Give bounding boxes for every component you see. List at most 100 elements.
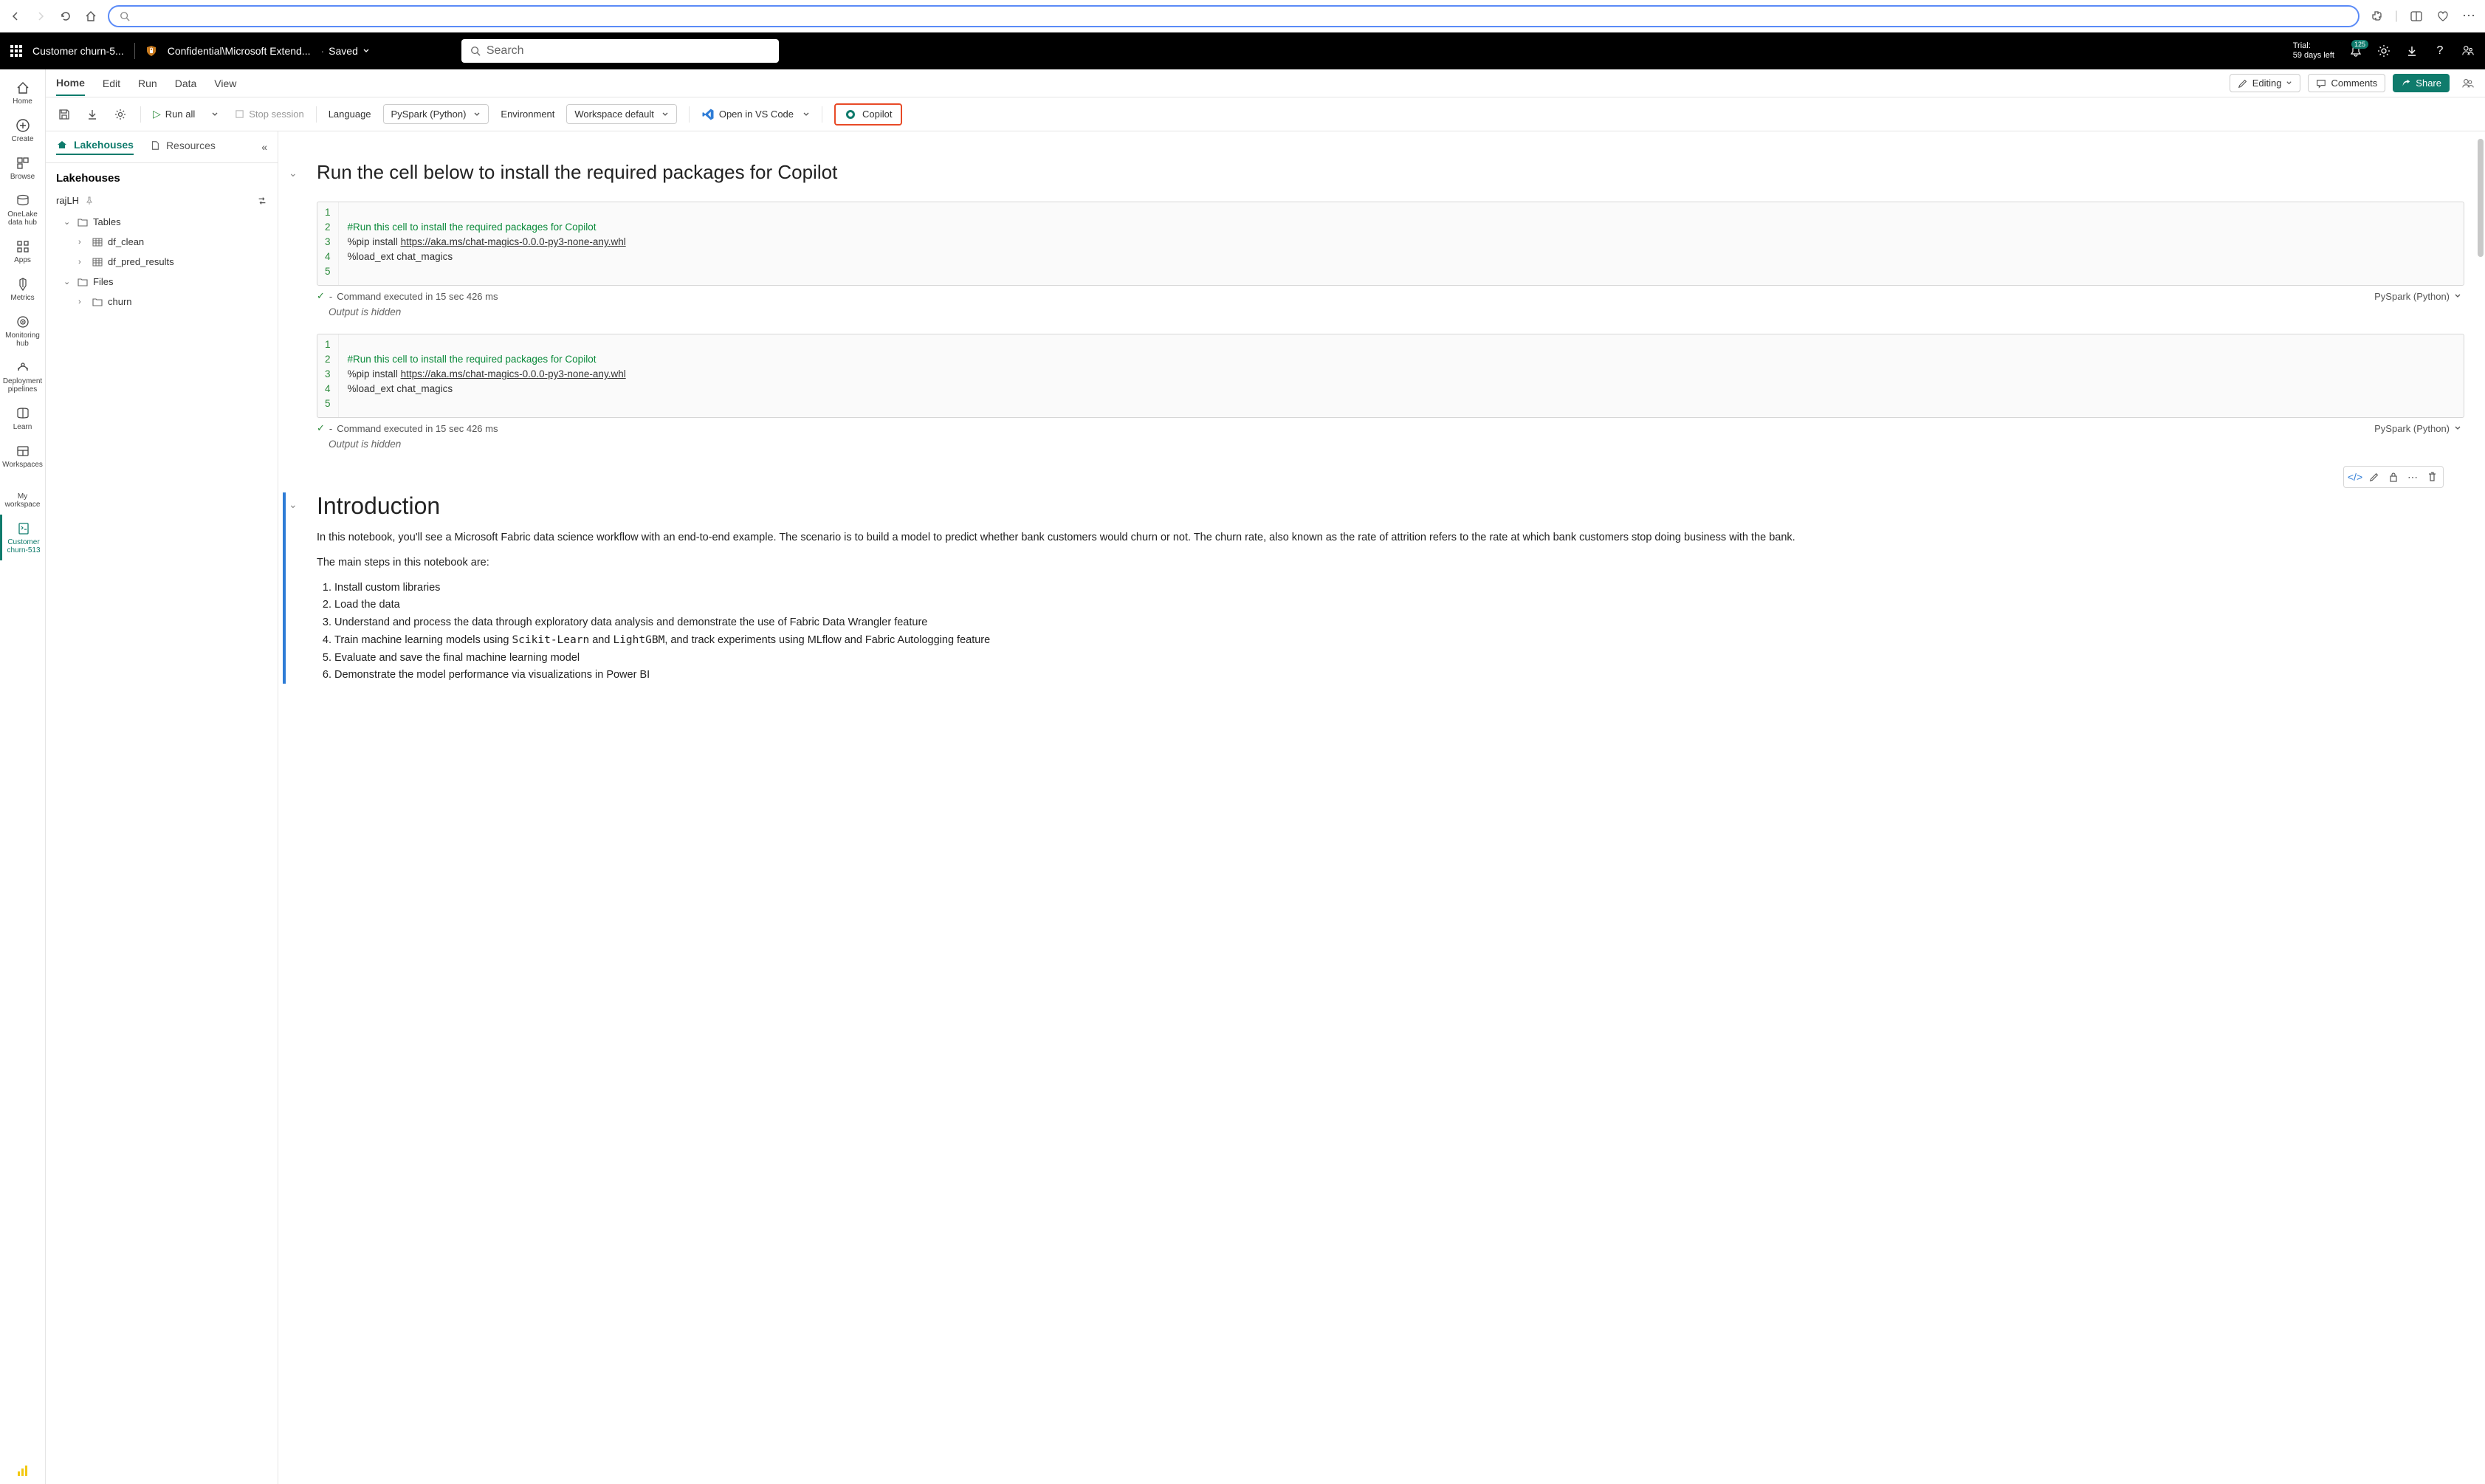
chevron-down-icon[interactable] [2454, 425, 2461, 432]
rail-create[interactable]: Create [0, 111, 45, 149]
app-launcher-icon[interactable] [10, 45, 22, 57]
rail-browse[interactable]: Browse [0, 149, 45, 187]
rail-my-workspace[interactable]: My workspace [0, 487, 45, 515]
rail-apps[interactable]: Apps [0, 233, 45, 270]
gear-icon[interactable] [2377, 44, 2391, 58]
rail-home[interactable]: Home [0, 74, 45, 111]
favorites-icon[interactable] [2435, 8, 2451, 24]
share-icon [2401, 78, 2411, 89]
download-icon[interactable] [84, 106, 100, 123]
pencil-icon [2238, 78, 2248, 89]
explorer-tab-lakehouses[interactable]: Lakehouses [56, 139, 134, 155]
confidential-label[interactable]: Confidential\Microsoft Extend... [168, 45, 311, 57]
copilot-button[interactable]: Copilot [834, 103, 902, 126]
swap-icon[interactable] [257, 196, 267, 206]
check-icon: ✓ [317, 422, 325, 434]
scrollbar[interactable] [2478, 139, 2484, 257]
output-hidden-label[interactable]: Output is hidden [317, 434, 2464, 457]
browser-refresh-icon[interactable] [58, 8, 74, 24]
collapse-cell-icon[interactable]: ⌄ [289, 167, 298, 179]
intro-steps-list: Install custom libraries Load the data U… [317, 580, 2464, 684]
open-vscode-button[interactable]: Open in VS Code [701, 108, 810, 121]
tree-files[interactable]: ⌄ Files [61, 272, 278, 292]
search-icon [120, 11, 130, 21]
save-icon[interactable] [56, 106, 72, 123]
notifications-icon[interactable]: 125 [2349, 44, 2362, 58]
collapse-cell-icon[interactable]: ⌄ [289, 498, 298, 511]
settings-icon[interactable] [112, 106, 128, 123]
browser-address-bar[interactable] [108, 5, 2359, 27]
lock-icon[interactable] [2385, 469, 2402, 485]
cell-language: PySpark (Python) [2374, 423, 2450, 434]
extensions-icon[interactable] [2368, 8, 2385, 24]
collapse-panel-icon[interactable]: « [261, 141, 267, 153]
code-cell[interactable]: 12345 #Run this cell to install the requ… [317, 334, 2464, 457]
tree-file-churn[interactable]: › churn [75, 292, 278, 312]
output-hidden-label[interactable]: Output is hidden [317, 302, 2464, 325]
share-button[interactable]: Share [2393, 74, 2450, 92]
code-content[interactable]: #Run this cell to install the required p… [339, 202, 2464, 285]
chevron-down-icon[interactable] [362, 47, 370, 55]
trial-status: Trial: 59 days left [2293, 41, 2334, 61]
rail-learn[interactable]: Learn [0, 399, 45, 437]
cell-toolbar: </> ⋯ [2343, 466, 2444, 488]
notebook-title[interactable]: Customer churn-5... [32, 45, 124, 57]
comments-button[interactable]: Comments [2308, 74, 2385, 92]
lakehouse-item[interactable]: rajLH [46, 189, 278, 212]
search-input[interactable]: Search [461, 39, 779, 63]
help-icon[interactable]: ? [2433, 44, 2447, 58]
search-icon [470, 46, 481, 56]
tab-home[interactable]: Home [56, 71, 85, 96]
rail-workspaces[interactable]: Workspaces [0, 437, 45, 475]
tree-table-df-clean[interactable]: › df_clean [75, 232, 278, 252]
browser-forward-icon [32, 8, 49, 24]
code-toggle-icon[interactable]: </> [2346, 469, 2364, 485]
code-cell[interactable]: 12345 #Run this cell to install the requ… [317, 202, 2464, 325]
more-icon[interactable]: ⋯ [2404, 469, 2422, 485]
editing-mode-button[interactable]: Editing [2230, 74, 2301, 92]
code-content[interactable]: #Run this cell to install the required p… [339, 334, 2464, 417]
tree-table-df-pred-results[interactable]: › df_pred_results [75, 252, 278, 272]
notification-count-badge: 125 [2351, 40, 2368, 49]
more-icon[interactable]: ⋯ [2461, 8, 2478, 24]
power-bi-icon[interactable] [16, 1463, 30, 1478]
intro-steps-label: The main steps in this notebook are: [317, 555, 2464, 571]
rail-pipelines[interactable]: Deployment pipelines [0, 354, 45, 399]
explorer-tab-resources[interactable]: Resources [150, 140, 216, 154]
download-icon[interactable] [2405, 44, 2419, 58]
rail-customer-churn[interactable]: Customer churn-513 [0, 515, 45, 560]
tab-edit[interactable]: Edit [103, 72, 120, 95]
environment-select[interactable]: Workspace default [566, 104, 676, 124]
delete-icon[interactable] [2423, 469, 2441, 485]
split-screen-icon[interactable] [2408, 8, 2424, 24]
edit-icon[interactable] [2365, 469, 2383, 485]
line-gutter: 12345 [317, 334, 339, 417]
rail-metrics[interactable]: Metrics [0, 270, 45, 308]
rail-monitoring[interactable]: Monitoring hub [0, 308, 45, 354]
file-icon [150, 140, 160, 151]
account-icon[interactable] [2461, 44, 2475, 58]
shield-lock-icon [145, 45, 157, 57]
tab-data[interactable]: Data [175, 72, 197, 95]
tab-run[interactable]: Run [138, 72, 157, 95]
cell-heading: Run the cell below to install the requir… [317, 161, 2464, 184]
presence-icon[interactable] [2461, 77, 2475, 90]
cell-status-text: Command executed in 15 sec 426 ms [337, 291, 498, 302]
vscode-icon [701, 108, 715, 121]
language-select[interactable]: PySpark (Python) [383, 104, 489, 124]
browser-back-icon[interactable] [7, 8, 24, 24]
rail-onelake[interactable]: OneLake data hub [0, 187, 45, 233]
chevron-down-icon [802, 111, 810, 118]
run-all-dropdown[interactable] [207, 106, 223, 123]
copilot-icon [845, 109, 856, 120]
cell-status-text: Command executed in 15 sec 426 ms [337, 423, 498, 434]
pin-icon[interactable] [85, 196, 94, 205]
tab-view[interactable]: View [214, 72, 236, 95]
browser-home-icon[interactable] [83, 8, 99, 24]
intro-heading: Introduction [317, 492, 2464, 520]
chevron-down-icon[interactable] [2454, 292, 2461, 300]
intro-paragraph: In this notebook, you'll see a Microsoft… [317, 530, 2464, 546]
run-all-button[interactable]: ▷ Run all [153, 108, 195, 120]
stop-session-button[interactable]: Stop session [235, 109, 303, 120]
tree-tables[interactable]: ⌄ Tables [61, 212, 278, 232]
